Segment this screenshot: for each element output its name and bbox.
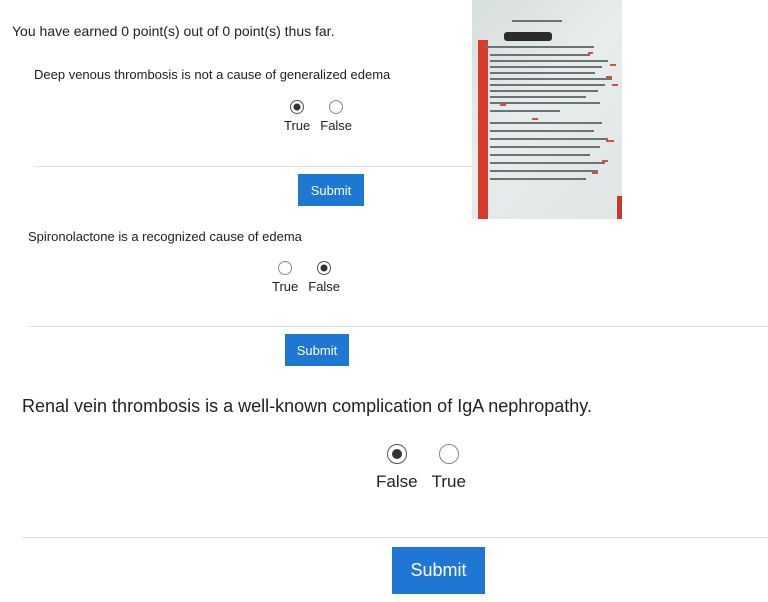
photo-grade-mark — [532, 118, 538, 120]
answer-radio-group: True False — [284, 100, 352, 133]
divider — [34, 166, 472, 167]
radio-button[interactable] — [278, 261, 293, 275]
submit-button[interactable]: Submit — [392, 547, 485, 594]
question-text: Spironolactone is a recognized cause of … — [28, 229, 302, 244]
question-text: Renal vein thrombosis is a well-known co… — [22, 396, 592, 416]
photo-text-line — [512, 20, 562, 22]
photo-text-line — [490, 110, 560, 112]
photo-grade-mark — [610, 64, 616, 66]
photo-text-line — [490, 122, 602, 124]
photo-grade-mark — [612, 84, 618, 86]
photo-text-line — [490, 96, 586, 98]
photo-text-line — [490, 170, 598, 172]
photo-grade-mark — [602, 160, 608, 162]
submit-button[interactable]: Submit — [298, 174, 364, 206]
radio-button-selected[interactable] — [317, 261, 332, 275]
photo-red-margin-mark — [478, 40, 488, 219]
radio-button-selected[interactable] — [290, 100, 305, 114]
submit-button[interactable]: Submit — [285, 334, 349, 366]
option-label: True — [284, 118, 311, 133]
photo-dark-mark — [504, 32, 552, 41]
photo-text-line — [490, 72, 595, 74]
radio-button[interactable] — [329, 100, 344, 114]
answer-option-true[interactable]: True — [272, 261, 298, 294]
photo-grade-mark — [606, 76, 612, 78]
answer-sheet-photo — [472, 0, 622, 219]
answer-option-false[interactable]: False — [320, 100, 352, 133]
option-label: False — [376, 472, 418, 491]
score-status-text: You have earned 0 point(s) out of 0 poin… — [12, 23, 335, 39]
radio-button[interactable] — [438, 444, 459, 464]
photo-text-line — [490, 154, 590, 156]
question-text: Deep venous thrombosis is not a cause of… — [34, 67, 391, 82]
divider — [28, 326, 768, 327]
answer-radio-group: False True — [376, 444, 466, 492]
answer-option-true[interactable]: True — [284, 100, 310, 133]
photo-grade-mark — [500, 104, 506, 106]
photo-text-line — [490, 84, 605, 86]
photo-text-line — [490, 130, 594, 132]
photo-grade-mark — [588, 52, 593, 54]
option-label: True — [272, 279, 299, 294]
photo-text-line — [490, 138, 608, 140]
divider — [22, 537, 768, 538]
option-label: False — [308, 279, 341, 294]
photo-text-line — [490, 102, 600, 104]
photo-text-line — [490, 66, 602, 68]
photo-text-line — [490, 178, 586, 180]
answer-option-false[interactable]: False — [376, 444, 418, 492]
photo-grade-mark — [592, 172, 598, 174]
photo-text-line — [490, 78, 612, 80]
answer-radio-group: True False — [272, 261, 340, 294]
answer-option-true[interactable]: True — [432, 444, 466, 492]
photo-text-line — [490, 60, 608, 62]
photo-text-line — [490, 90, 598, 92]
photo-text-line — [484, 46, 594, 48]
radio-button-selected[interactable] — [386, 444, 407, 464]
photo-red-edge-mark — [617, 196, 622, 219]
photo-text-line — [490, 146, 600, 148]
answer-option-false[interactable]: False — [308, 261, 340, 294]
photo-text-line — [490, 162, 605, 164]
option-label: True — [431, 472, 466, 491]
option-label: False — [320, 118, 353, 133]
photo-grade-mark — [606, 140, 614, 142]
photo-text-line — [490, 54, 590, 56]
